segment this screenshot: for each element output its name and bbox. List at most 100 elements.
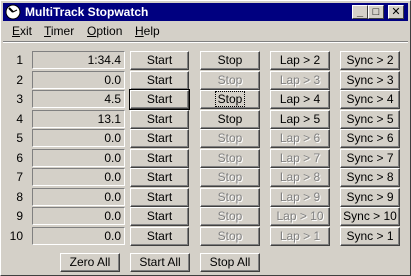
timer-row: 6 0.0 Start Stop Lap > 7 Sync > 7 [1, 149, 411, 168]
window-title: MultiTrack Stopwatch [25, 5, 149, 19]
start-button-label: Start [146, 151, 173, 165]
sync-button-label: Sync > 1 [346, 229, 394, 243]
stop-button-label: Stop [217, 131, 243, 145]
stop-button-label: Stop [217, 190, 243, 204]
timer-row: 10 0.0 Start Stop Lap > 1 Sync > 1 [1, 227, 411, 246]
sync-button[interactable]: Sync > 3 [340, 71, 400, 90]
menu-exit[interactable]: Exit [12, 24, 32, 38]
zero-all-button[interactable]: Zero All [60, 253, 120, 272]
elapsed-time-display: 4.5 [32, 90, 125, 108]
menu-separator [3, 41, 408, 43]
close-icon: ✕ [391, 6, 401, 18]
sync-button[interactable]: Sync > 2 [340, 51, 400, 70]
sync-button[interactable]: Sync > 9 [340, 188, 400, 207]
row-number: 4 [16, 112, 23, 126]
start-all-button[interactable]: Start All [130, 253, 190, 272]
sync-button[interactable]: Sync > 7 [340, 149, 400, 168]
stop-button[interactable]: Stop [200, 129, 260, 148]
timer-row: 7 0.0 Start Stop Lap > 8 Sync > 8 [1, 168, 411, 187]
sync-button[interactable]: Sync > 5 [340, 110, 400, 129]
sync-button[interactable]: Sync > 8 [340, 168, 400, 187]
stop-button-label: Stop [217, 229, 243, 243]
row-number: 1 [16, 53, 23, 67]
minimize-button[interactable]: _ [352, 5, 368, 19]
stop-button[interactable]: Stop [200, 207, 260, 226]
stop-all-button[interactable]: Stop All [200, 253, 260, 272]
start-button-label: Start [146, 53, 173, 67]
menu-option-label: ption [96, 24, 123, 38]
elapsed-time-display: 0.0 [32, 168, 125, 186]
start-button[interactable]: Start [130, 207, 189, 226]
stop-button[interactable]: Stop [200, 227, 260, 246]
stop-button[interactable]: Stop [200, 168, 260, 187]
lap-button[interactable]: Lap > 8 [270, 168, 330, 187]
row-number: 10 [9, 229, 23, 243]
lap-button[interactable]: Lap > 2 [270, 51, 330, 70]
start-button[interactable]: Start [130, 168, 189, 187]
timer-row: 2 0.0 Start Stop Lap > 3 Sync > 3 [1, 71, 411, 90]
sync-button-label: Sync > 8 [346, 170, 394, 184]
timer-row: 9 0.0 Start Stop Lap > 10 Sync > 10 [1, 207, 411, 226]
lap-button[interactable]: Lap > 6 [270, 129, 330, 148]
stop-button[interactable]: Stop [200, 51, 260, 70]
start-all-label: Start All [139, 255, 181, 269]
minimize-icon: _ [356, 6, 364, 18]
row-number: 5 [16, 131, 23, 145]
start-button-label: Start [146, 190, 173, 204]
start-button[interactable]: Start [130, 188, 189, 207]
start-button[interactable]: Start [129, 89, 190, 110]
timer-row: 4 13.1 Start Stop Lap > 5 Sync > 5 [1, 110, 411, 129]
stop-button[interactable]: Stop [200, 110, 260, 129]
lap-button[interactable]: Lap > 9 [270, 188, 330, 207]
start-button[interactable]: Start [130, 149, 189, 168]
app-window: MultiTrack Stopwatch _ □ ✕ Exit Timer Op… [0, 0, 411, 276]
menu-option-mnemonic: O [87, 24, 97, 38]
stop-button-label: Stop [217, 170, 243, 184]
sync-button[interactable]: Sync > 1 [340, 227, 400, 246]
lap-button[interactable]: Lap > 1 [270, 227, 330, 246]
lap-button-label: Lap > 10 [276, 209, 324, 223]
menu-help[interactable]: Help [135, 24, 160, 38]
lap-button[interactable]: Lap > 3 [270, 71, 330, 90]
elapsed-time-display: 13.1 [32, 110, 125, 128]
start-button-label: Start [146, 229, 173, 243]
sync-button-label: Sync > 6 [346, 131, 394, 145]
stop-button[interactable]: Stop [200, 71, 260, 90]
row-number: 2 [16, 73, 23, 87]
lap-button[interactable]: Lap > 7 [270, 149, 330, 168]
zero-all-label: Zero All [69, 255, 111, 269]
start-button[interactable]: Start [130, 71, 189, 90]
close-button[interactable]: ✕ [388, 5, 404, 19]
stop-button[interactable]: Stop [200, 149, 260, 168]
elapsed-time-display: 0.0 [32, 71, 125, 89]
lap-button[interactable]: Lap > 4 [270, 90, 330, 109]
maximize-button[interactable]: □ [368, 5, 384, 19]
lap-button[interactable]: Lap > 5 [270, 110, 330, 129]
start-button[interactable]: Start [130, 129, 189, 148]
sync-button[interactable]: Sync > 4 [340, 90, 400, 109]
menu-timer-label: imer [50, 24, 75, 38]
sync-button[interactable]: Sync > 6 [340, 129, 400, 148]
start-button[interactable]: Start [130, 51, 189, 70]
elapsed-time-display: 0.0 [32, 207, 125, 225]
row-number: 7 [16, 170, 23, 184]
title-bar[interactable]: MultiTrack Stopwatch _ □ ✕ [3, 3, 408, 21]
elapsed-time-display: 0.0 [32, 129, 125, 147]
start-button[interactable]: Start [130, 227, 189, 246]
start-button-label: Start [146, 92, 173, 106]
sync-button[interactable]: Sync > 10 [340, 207, 400, 226]
start-button-label: Start [146, 73, 173, 87]
menu-option[interactable]: Option [87, 24, 122, 38]
stop-button-label: Stop [217, 151, 243, 165]
sync-button-label: Sync > 10 [343, 209, 397, 223]
timer-row: 5 0.0 Start Stop Lap > 6 Sync > 6 [1, 129, 411, 148]
menu-timer[interactable]: Timer [44, 24, 74, 38]
elapsed-time-display: 1:34.4 [32, 51, 125, 69]
start-button[interactable]: Start [130, 110, 189, 129]
lap-button[interactable]: Lap > 10 [270, 207, 330, 226]
sync-button-label: Sync > 4 [346, 92, 394, 106]
stop-button[interactable]: Stop [200, 90, 260, 109]
stop-button[interactable]: Stop [200, 188, 260, 207]
start-button-label: Start [146, 112, 173, 126]
lap-button-label: Lap > 9 [279, 190, 321, 204]
